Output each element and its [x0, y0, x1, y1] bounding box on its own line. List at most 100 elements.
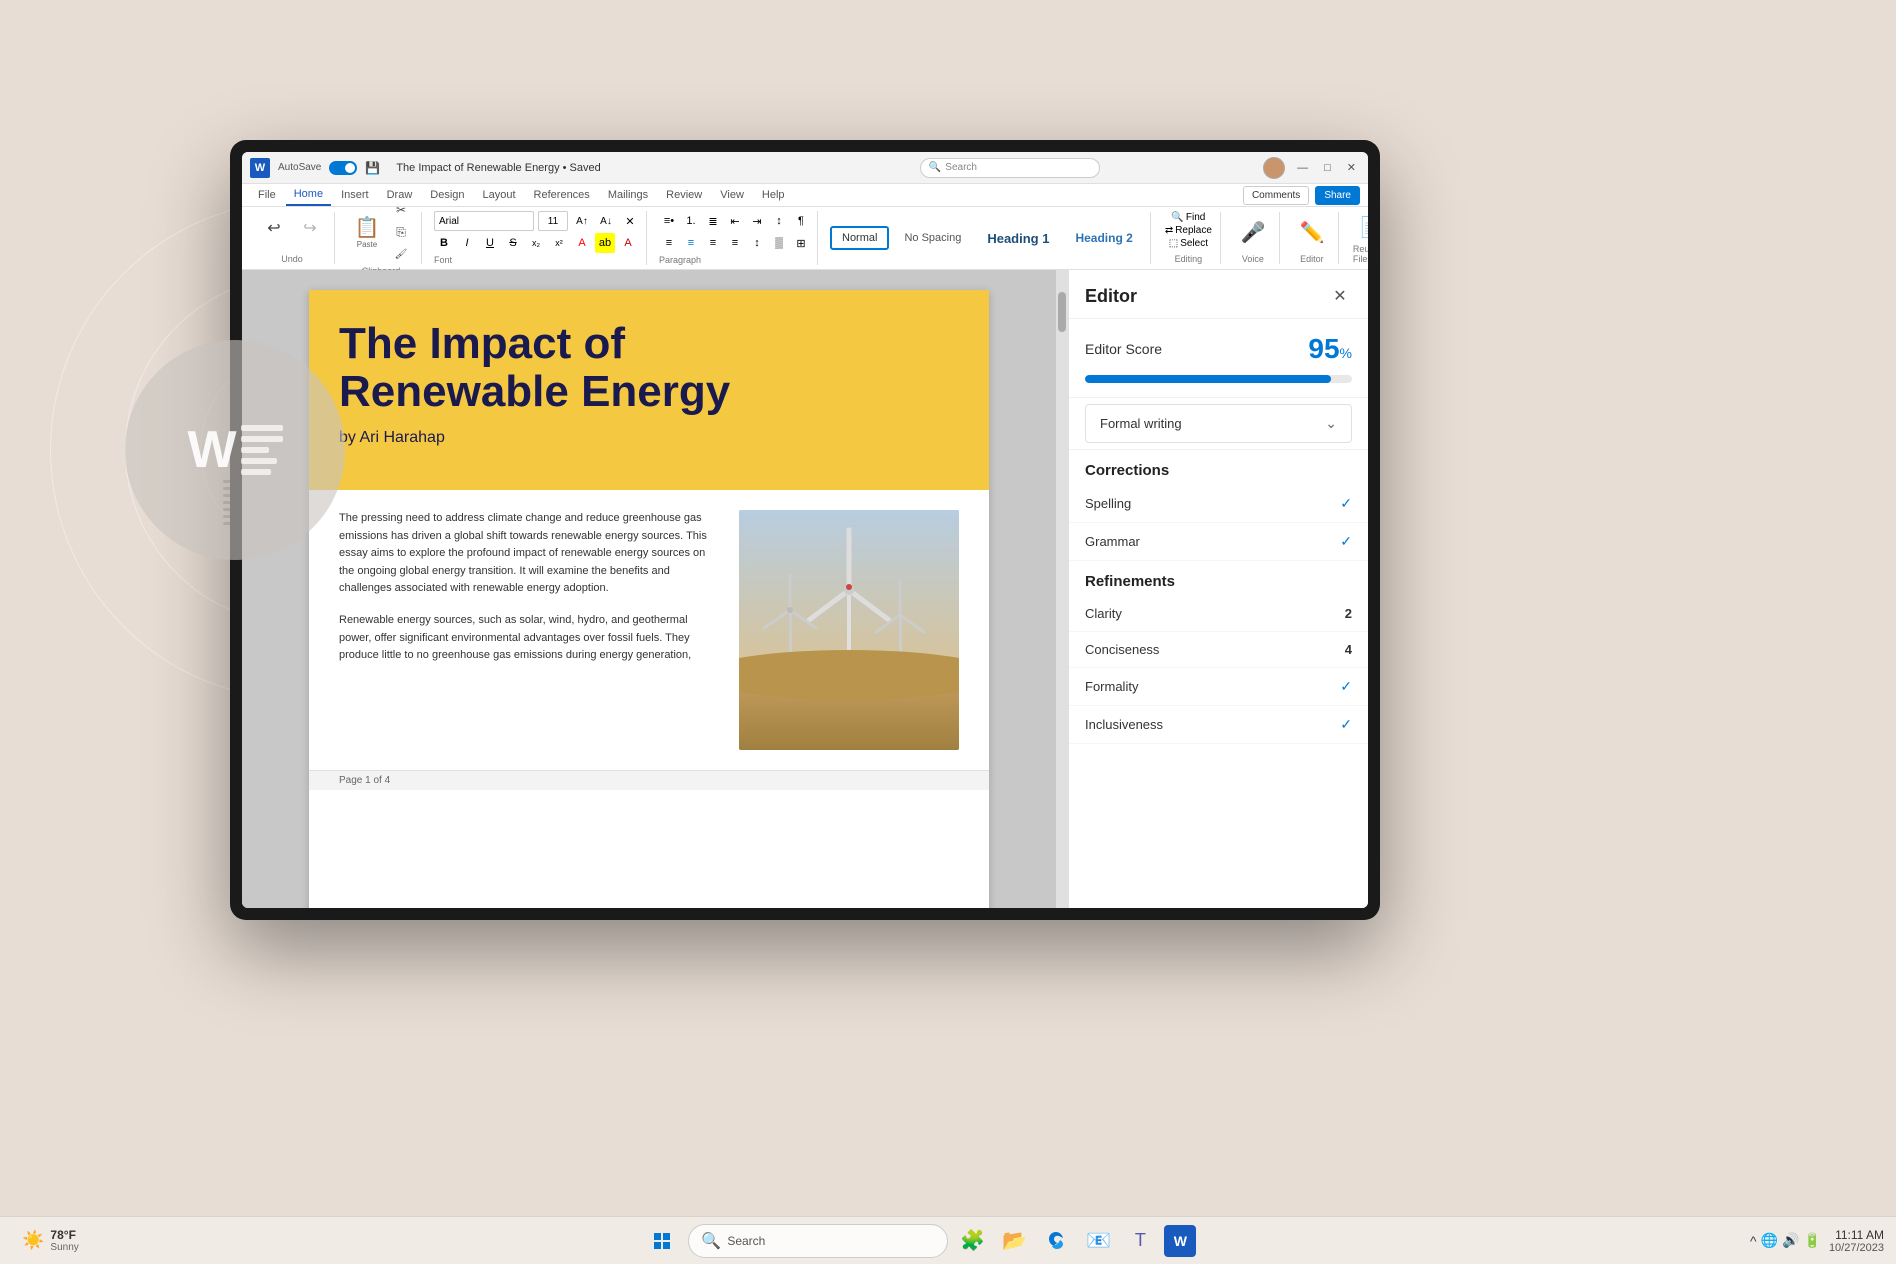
- decrease-indent-button[interactable]: ⇤: [725, 211, 745, 231]
- tab-design[interactable]: Design: [422, 185, 472, 205]
- shading-button[interactable]: ▒: [769, 233, 789, 253]
- taskbar-right: ^ 🌐 🔊 🔋 11:11 AM 10/27/2023: [1750, 1228, 1884, 1254]
- formality-check-icon: ✓: [1340, 678, 1352, 695]
- reuse-files-button[interactable]: 📄: [1353, 212, 1368, 242]
- editor-ribbon-button[interactable]: ✏️: [1294, 212, 1330, 252]
- grammar-item[interactable]: Grammar ✓: [1069, 523, 1368, 561]
- redo-button[interactable]: ↪: [294, 212, 326, 244]
- italic-button[interactable]: I: [457, 233, 477, 253]
- editor-panel-header: Editor ✕: [1069, 270, 1368, 319]
- taskbar-app-word[interactable]: W: [1164, 1225, 1196, 1257]
- avatar[interactable]: [1263, 157, 1285, 179]
- font-color-button[interactable]: A: [572, 233, 592, 253]
- multilevel-button[interactable]: ≣: [703, 211, 723, 231]
- paste-button[interactable]: 📋 Paste: [349, 212, 385, 252]
- cut-button[interactable]: ✂: [389, 200, 413, 220]
- subscript-button[interactable]: x₂: [526, 233, 546, 253]
- taskbar-app-explorer[interactable]: 📂: [996, 1223, 1032, 1259]
- underline-button[interactable]: U: [480, 233, 500, 253]
- show-formatting-button[interactable]: ¶: [791, 211, 811, 231]
- style-heading2-button[interactable]: Heading 2: [1064, 226, 1143, 250]
- formal-writing-dropdown[interactable]: Formal writing ⌄: [1085, 404, 1352, 443]
- system-clock[interactable]: 11:11 AM 10/27/2023: [1829, 1228, 1884, 1254]
- bold-button[interactable]: B: [434, 233, 454, 253]
- weather-widget[interactable]: ☀️ 78°F Sunny: [12, 1224, 89, 1257]
- laptop-screen: W AutoSave 💾 The Impact of Renewable Ene…: [242, 152, 1368, 908]
- replace-button[interactable]: ⇄ Replace: [1165, 225, 1212, 236]
- increase-indent-button[interactable]: ⇥: [747, 211, 767, 231]
- comments-button[interactable]: Comments: [1243, 186, 1309, 205]
- tab-home[interactable]: Home: [286, 184, 331, 206]
- bullets-button[interactable]: ≡•: [659, 211, 679, 231]
- conciseness-item[interactable]: Conciseness 4: [1069, 632, 1368, 668]
- borders-button[interactable]: ⊞: [791, 233, 811, 253]
- dictate-button[interactable]: 🎤: [1235, 212, 1271, 252]
- highlight-button[interactable]: ab: [595, 233, 615, 253]
- start-button[interactable]: [642, 1221, 682, 1261]
- formality-item[interactable]: Formality ✓: [1069, 668, 1368, 706]
- minimize-button[interactable]: —: [1293, 162, 1312, 174]
- font-shrink-button[interactable]: A↓: [596, 211, 616, 231]
- select-button[interactable]: ⬚ Select: [1169, 238, 1208, 249]
- scroll-thumb[interactable]: [1058, 292, 1066, 332]
- line-spacing-button[interactable]: ↕: [747, 233, 767, 253]
- tab-mailings[interactable]: Mailings: [600, 185, 656, 205]
- align-left-button[interactable]: ≡: [659, 233, 679, 253]
- editor-close-button[interactable]: ✕: [1328, 284, 1352, 308]
- inclusiveness-item[interactable]: Inclusiveness ✓: [1069, 706, 1368, 744]
- taskbar-app-widgets[interactable]: 🧩: [954, 1223, 990, 1259]
- clarity-item[interactable]: Clarity 2: [1069, 596, 1368, 632]
- network-icon[interactable]: 🌐: [1761, 1232, 1778, 1249]
- word-app-icon: W: [125, 340, 345, 560]
- taskbar-app-edge[interactable]: [1038, 1223, 1074, 1259]
- scrollbar[interactable]: [1056, 270, 1068, 908]
- tab-review[interactable]: Review: [658, 185, 710, 205]
- align-right-button[interactable]: ≡: [703, 233, 723, 253]
- tab-help[interactable]: Help: [754, 185, 793, 205]
- battery-icon[interactable]: 🔋: [1804, 1232, 1821, 1249]
- justify-button[interactable]: ≡: [725, 233, 745, 253]
- tab-layout[interactable]: Layout: [475, 185, 524, 205]
- spelling-item[interactable]: Spelling ✓: [1069, 485, 1368, 523]
- title-search-bar[interactable]: 🔍 Search: [920, 158, 1100, 178]
- sort-button[interactable]: ↕: [769, 211, 789, 231]
- toggle-knob: [345, 163, 355, 173]
- close-window-button[interactable]: ✕: [1343, 161, 1360, 174]
- autosave-label: AutoSave: [278, 162, 321, 173]
- font-name-input[interactable]: [434, 211, 534, 231]
- strikethrough-button[interactable]: S: [503, 233, 523, 253]
- chevron-up-icon[interactable]: ^: [1750, 1233, 1757, 1249]
- volume-icon[interactable]: 🔊: [1782, 1232, 1799, 1249]
- ribbon-toolbar: ↩ ↪ Undo 📋 Paste ✂ ⎘ 🖌: [242, 207, 1368, 270]
- share-button[interactable]: Share: [1315, 186, 1360, 205]
- autosave-toggle[interactable]: [329, 161, 357, 175]
- replace-icon: ⇄: [1165, 225, 1173, 236]
- taskbar-app-teams[interactable]: T: [1122, 1223, 1158, 1259]
- copy-button[interactable]: ⎘: [389, 222, 413, 242]
- format-painter-button[interactable]: 🖌: [389, 244, 413, 264]
- style-no-spacing-button[interactable]: No Spacing: [893, 227, 972, 249]
- inclusiveness-label: Inclusiveness: [1085, 717, 1163, 732]
- taskbar-app-mail[interactable]: 📧: [1080, 1223, 1116, 1259]
- font-size-input[interactable]: [538, 211, 568, 231]
- taskbar-search[interactable]: 🔍 Search: [688, 1224, 948, 1258]
- style-normal-button[interactable]: Normal: [830, 226, 889, 250]
- font-grow-button[interactable]: A↑: [572, 211, 592, 231]
- maximize-button[interactable]: □: [1320, 162, 1335, 174]
- undo-button[interactable]: ↩: [258, 212, 290, 244]
- align-center-button[interactable]: ≡: [681, 233, 701, 253]
- taskbar-search-text: Search: [727, 1234, 765, 1248]
- clear-format-button[interactable]: ✕: [620, 211, 640, 231]
- tab-view[interactable]: View: [712, 185, 752, 205]
- text-color-button[interactable]: A: [618, 233, 638, 253]
- numbering-button[interactable]: 1.: [681, 211, 701, 231]
- tab-references[interactable]: References: [526, 185, 598, 205]
- weather-temp: 78°F: [50, 1228, 78, 1242]
- style-heading1-button[interactable]: Heading 1: [976, 226, 1060, 251]
- font-group-label: Font: [434, 255, 640, 265]
- tab-file[interactable]: File: [250, 185, 284, 205]
- superscript-button[interactable]: x²: [549, 233, 569, 253]
- undo-group-label: Undo: [281, 254, 303, 264]
- find-button[interactable]: 🔍 Find: [1171, 212, 1205, 223]
- select-label: Select: [1180, 238, 1208, 249]
